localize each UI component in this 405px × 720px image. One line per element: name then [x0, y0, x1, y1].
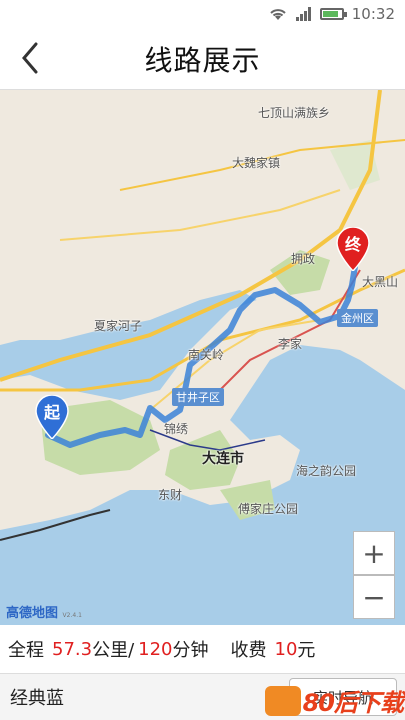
signal-icon [295, 7, 311, 21]
fee-label: 收费 [230, 640, 267, 661]
map-label: 大黑山 [362, 275, 399, 289]
logo-text: 高德地图 [6, 606, 59, 621]
map-label: 拥政 [291, 252, 316, 266]
map-label: 锦绣 [164, 422, 189, 436]
end-label: 终 [344, 235, 361, 254]
start-pin[interactable]: 起 [35, 395, 69, 439]
zoom-in-button[interactable]: + [353, 531, 395, 575]
watermark-text: 80后下载 [302, 689, 404, 717]
zoom-out-button[interactable]: − [353, 575, 395, 619]
duration-value: 120 [138, 638, 173, 660]
end-pin[interactable]: 终 [336, 227, 370, 271]
map-label: 夏家河子 [94, 319, 143, 333]
route-map[interactable]: 七顶山满族乡 大魏家镇 拥政 大黑山 金州区 夏家河子 南关岭 李家 甘井子区 … [0, 90, 405, 625]
map-label: 大连市 [202, 451, 244, 467]
page-title: 线路展示 [144, 43, 261, 77]
map-label: 李家 [278, 337, 303, 351]
map-label: 甘井子区 [172, 388, 224, 406]
duration-unit: 分钟 [172, 640, 209, 661]
route-summary: 全程 57.3 公里/ 120 分钟 收费 10 元 [0, 625, 405, 673]
map-label: 南关岭 [188, 348, 225, 362]
title-bar: 线路展示 [0, 28, 405, 90]
map-label: 金州区 [337, 309, 378, 327]
logo-version: V2.4.1 [62, 612, 82, 619]
map-label: 傅家庄公园 [238, 502, 299, 516]
map-logo: 高德地图 V2.4.1 [6, 602, 82, 621]
map-label: 东财 [158, 488, 183, 502]
start-label: 起 [43, 403, 60, 422]
status-time: 10:32 [351, 5, 395, 23]
fee-unit: 元 [297, 640, 316, 661]
status-bar: 10:32 [0, 0, 405, 28]
watermark-logo-icon [264, 685, 301, 716]
battery-icon [319, 8, 347, 20]
chevron-left-icon[interactable] [16, 38, 46, 78]
wifi-icon [270, 9, 286, 20]
map-label: 七顶山满族乡 [258, 106, 331, 120]
map-label: 大魏家镇 [232, 156, 281, 170]
distance-value: 57.3 [52, 638, 93, 660]
watermark: 80后下载 [264, 683, 404, 718]
summary-prefix: 全程 [8, 640, 44, 661]
fee-value: 10 [274, 638, 298, 660]
map-label: 海之韵公园 [296, 464, 357, 478]
distance-unit: 公里/ [92, 640, 135, 661]
